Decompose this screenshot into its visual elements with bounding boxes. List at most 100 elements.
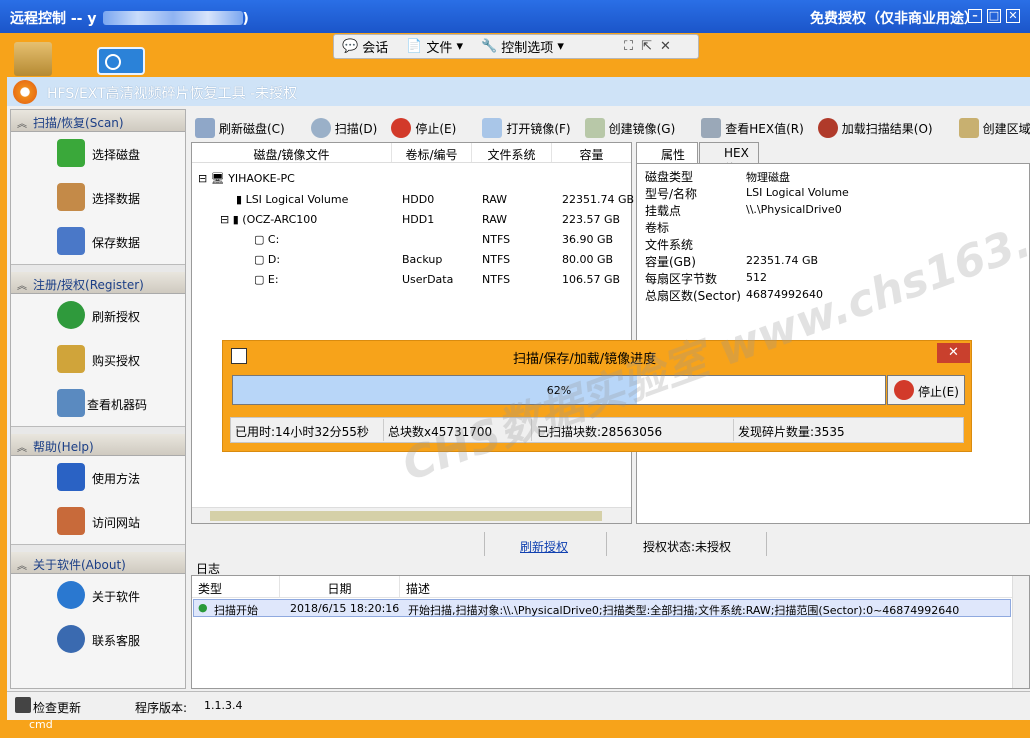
nav-section-register[interactable]: ︽ 注册/授权(Register) [11,272,185,294]
computer-icon: 🖥 [210,172,229,185]
tab-hex[interactable]: HEX值 [699,142,759,176]
chat-icon: 💬 [342,39,359,54]
open-image-button[interactable]: 打开镜像(F) [482,118,571,138]
log-col-desc[interactable]: 描述 [400,576,1010,597]
info-icon [57,581,85,609]
stop-button[interactable]: 停止(E) [391,118,456,138]
create-image-button[interactable]: 创建镜像(G) [584,118,675,138]
file-menu[interactable]: 📄 文件 ▾ [406,37,463,56]
col-label[interactable]: 卷标/编号 [392,143,472,162]
horizontal-scrollbar[interactable] [192,507,631,523]
taskbar-cmd[interactable]: cmd [29,718,53,731]
tab-properties[interactable]: 属性 [636,142,698,164]
log-date: 2018/6/15 18:20:16 [290,602,400,615]
nav-section-help[interactable]: ︽ 帮助(Help) [11,434,185,456]
log-desc: 开始扫描,扫描对象:\\.\PhysicalDrive0;扫描类型:全部扫描;文… [408,604,960,617]
create-region-button[interactable]: 创建区域 [958,118,1030,138]
app-shortcut-icon[interactable] [97,47,145,75]
nav-section-scan[interactable]: ︽ 扫描/恢复(Scan) [11,110,185,132]
prop-value: 物理磁盘 [746,171,790,184]
partition-icon: ▢ [254,273,268,286]
fullscreen-icon[interactable]: ⛶ [624,39,633,54]
tree-cell: NTFS [482,233,511,246]
remote-title: 远程控制 -- y) [10,11,249,27]
version-label: 程序版本: [135,701,188,715]
tree-row[interactable]: ▢ D: [254,253,280,266]
left-nav: ︽ 扫描/恢复(Scan) 选择磁盘 选择数据 保存数据 ︽ 注册/授权(Regis… [10,109,186,689]
scan-button[interactable]: 扫描(D) [310,118,377,138]
progress-bar: 62% [232,375,886,405]
info-icon: ● [198,601,208,614]
vertical-scrollbar[interactable] [1012,576,1029,688]
tree-row[interactable]: ▢ C: [254,233,279,246]
session-button[interactable]: 💬 会话 [342,37,388,56]
collapse-toggle-icon[interactable]: ⊟ [198,172,211,185]
stop-icon [391,118,412,138]
chevron-down-icon: ▾ [452,39,464,54]
scroll-thumb[interactable] [210,511,602,521]
view-hex-button[interactable]: 查看HEX值(R) [701,118,804,138]
tree-row[interactable]: ⊟ ▮ (OCZ-ARC100 [220,213,317,226]
nav-visit-site[interactable]: 访问网站 [11,500,185,544]
prop-key: 磁盘类型 [645,170,694,184]
nav-save-data[interactable]: 保存数据 [11,220,185,264]
col-fs[interactable]: 文件系统 [472,143,552,162]
prop-value: \\.\PhysicalDrive0 [746,203,842,216]
nav-buy-license[interactable]: 购买授权 [11,338,185,382]
log-row[interactable]: ● 扫描开始 2018/6/15 18:20:16 开始扫描,扫描对象:\\.\… [193,599,1011,617]
magnifier-icon [310,118,331,138]
tree-cell: RAW [482,193,507,206]
license-status: 授权状态:未授权 [643,540,732,554]
maximize-icon[interactable]: □ [987,9,1001,23]
progress-stats: 已用时:14小时32分55秒 总块数x45731700 已扫描块数:285630… [230,417,964,443]
tree-row[interactable]: ⊟ 🖥 YIHAOKE-PC [198,172,295,185]
nav-select-disk[interactable]: 选择磁盘 [11,132,185,176]
log-header: 类型 日期 描述 [192,576,1029,598]
nav-select-data[interactable]: 选择数据 [11,176,185,220]
log-type: 扫描开始 [214,604,258,617]
load-results-button[interactable]: 加载扫描结果(O) [817,118,933,138]
folder-icon[interactable] [14,42,52,76]
stop-icon [894,380,914,400]
log-col-type[interactable]: 类型 [192,576,280,597]
nav-usage[interactable]: 使用方法 [11,456,185,500]
log-col-date[interactable]: 日期 [280,576,400,597]
toolbar-close-icon[interactable]: ✕ [660,39,671,54]
nav-section-about[interactable]: ︽ 关于软件(About) [11,552,185,574]
dialog-title: 扫描/保存/加载/镜像进度 [513,352,657,367]
nav-contact[interactable]: 联系客服 [11,618,185,662]
prop-value: 46874992640 [746,288,823,301]
dialog-stop-button[interactable]: 停止(E) [887,375,965,405]
dialog-close-button[interactable]: ✕ [937,343,970,363]
col-disk[interactable]: 磁盘/镜像文件 [192,143,392,162]
nav-refresh-license[interactable]: 刷新授权 [11,294,185,338]
log-panel: 类型 日期 描述 ● 扫描开始 2018/6/15 18:20:16 开始扫描,… [191,575,1030,689]
check-update-button[interactable]: 检查更新 [33,699,81,716]
wrench-icon: 🔧 [481,39,498,54]
refresh-disk-button[interactable]: 刷新磁盘(C) [195,118,285,138]
col-size[interactable]: 容量 [552,143,631,162]
prop-key: 卷标 [645,221,670,235]
prop-key: 挂载点 [645,204,682,218]
elapsed-time: 已用时:14小时32分55秒 [235,425,369,439]
redacted-id [102,11,243,25]
tree-row[interactable]: ▮ LSI Logical Volume [236,193,348,206]
tree-row[interactable]: ▢ E: [254,273,279,286]
nav-about[interactable]: 关于软件 [11,574,185,618]
partition-icon: ▢ [254,253,268,266]
pin-icon[interactable]: ⇱ [641,39,652,54]
load-icon [817,118,838,138]
control-options-menu[interactable]: 🔧 控制选项 ▾ [481,37,564,56]
nav-machine-code[interactable]: 查看机器码 [11,382,185,426]
hex-grid-icon [701,118,722,138]
magnifier-icon [57,389,85,417]
collapse-toggle-icon[interactable]: ⊟ [220,213,233,226]
refresh-license-link[interactable]: 刷新授权 [520,538,568,555]
floppy-icon [57,227,85,255]
tree-cell: 223.57 GB [562,213,621,226]
tree-cell: NTFS [482,273,511,286]
minimize-icon[interactable]: – [968,9,982,23]
tree-cell: 106.57 GB [562,273,621,286]
main-toolbar: 刷新磁盘(C) 扫描(D) 停止(E) 打开镜像(F) 创建镜像(G) 查看HE… [195,115,1030,141]
close-icon[interactable]: ✕ [1006,9,1020,23]
